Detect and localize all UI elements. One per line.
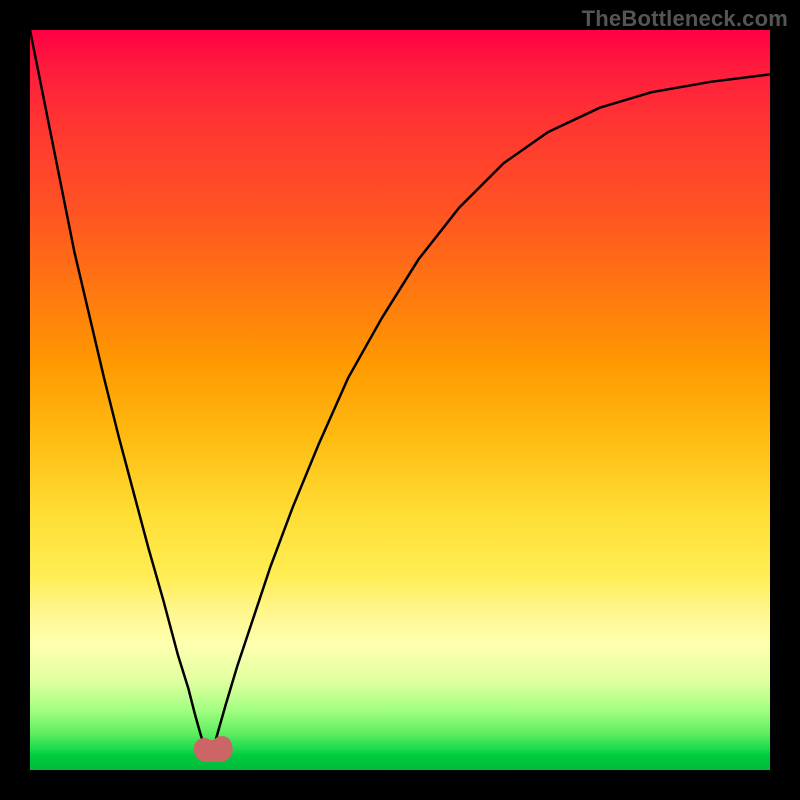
- right-curve: [214, 74, 771, 747]
- plot-area: [30, 30, 770, 770]
- minimum-marker-left: [194, 738, 214, 758]
- left-curve: [30, 30, 205, 748]
- bottleneck-chart: TheBottleneck.com: [0, 0, 800, 800]
- watermark-label: TheBottleneck.com: [582, 6, 788, 32]
- minimum-marker-right: [212, 736, 232, 756]
- chart-curves: [30, 30, 770, 770]
